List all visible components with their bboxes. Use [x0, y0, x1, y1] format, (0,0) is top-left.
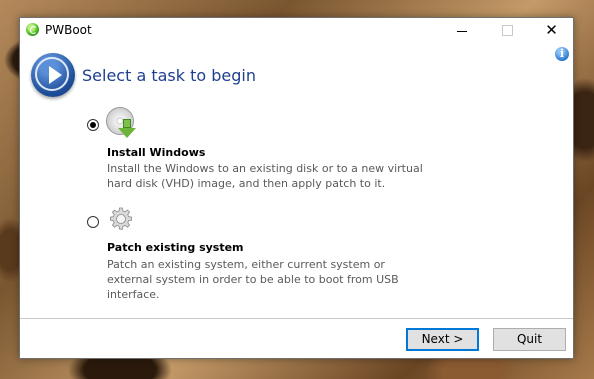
patch-system-radio[interactable] — [87, 216, 99, 228]
title-bar[interactable]: PWBoot ✕ — [20, 18, 573, 42]
window-title: PWBoot — [45, 23, 92, 37]
install-windows-title[interactable]: Install Windows — [107, 146, 205, 159]
patch-system-title[interactable]: Patch existing system — [107, 241, 244, 254]
gear-icon — [110, 207, 132, 230]
app-icon — [26, 23, 39, 36]
next-button[interactable]: Next > — [406, 328, 479, 351]
play-icon — [31, 53, 75, 97]
minimize-button[interactable] — [440, 18, 485, 42]
patch-system-description: Patch an existing system, either current… — [107, 258, 399, 301]
close-button[interactable]: ✕ — [529, 18, 574, 42]
footer-divider — [20, 318, 573, 319]
maximize-button[interactable] — [485, 18, 530, 42]
install-windows-description: Install the Windows to an existing disk … — [107, 162, 423, 190]
install-windows-radio[interactable] — [87, 119, 99, 131]
page-title: Select a task to begin — [82, 66, 256, 85]
pwboot-window: PWBoot ✕ i Select a task to begin Instal… — [19, 17, 574, 359]
quit-button[interactable]: Quit — [493, 328, 566, 351]
info-icon[interactable]: i — [555, 47, 569, 61]
